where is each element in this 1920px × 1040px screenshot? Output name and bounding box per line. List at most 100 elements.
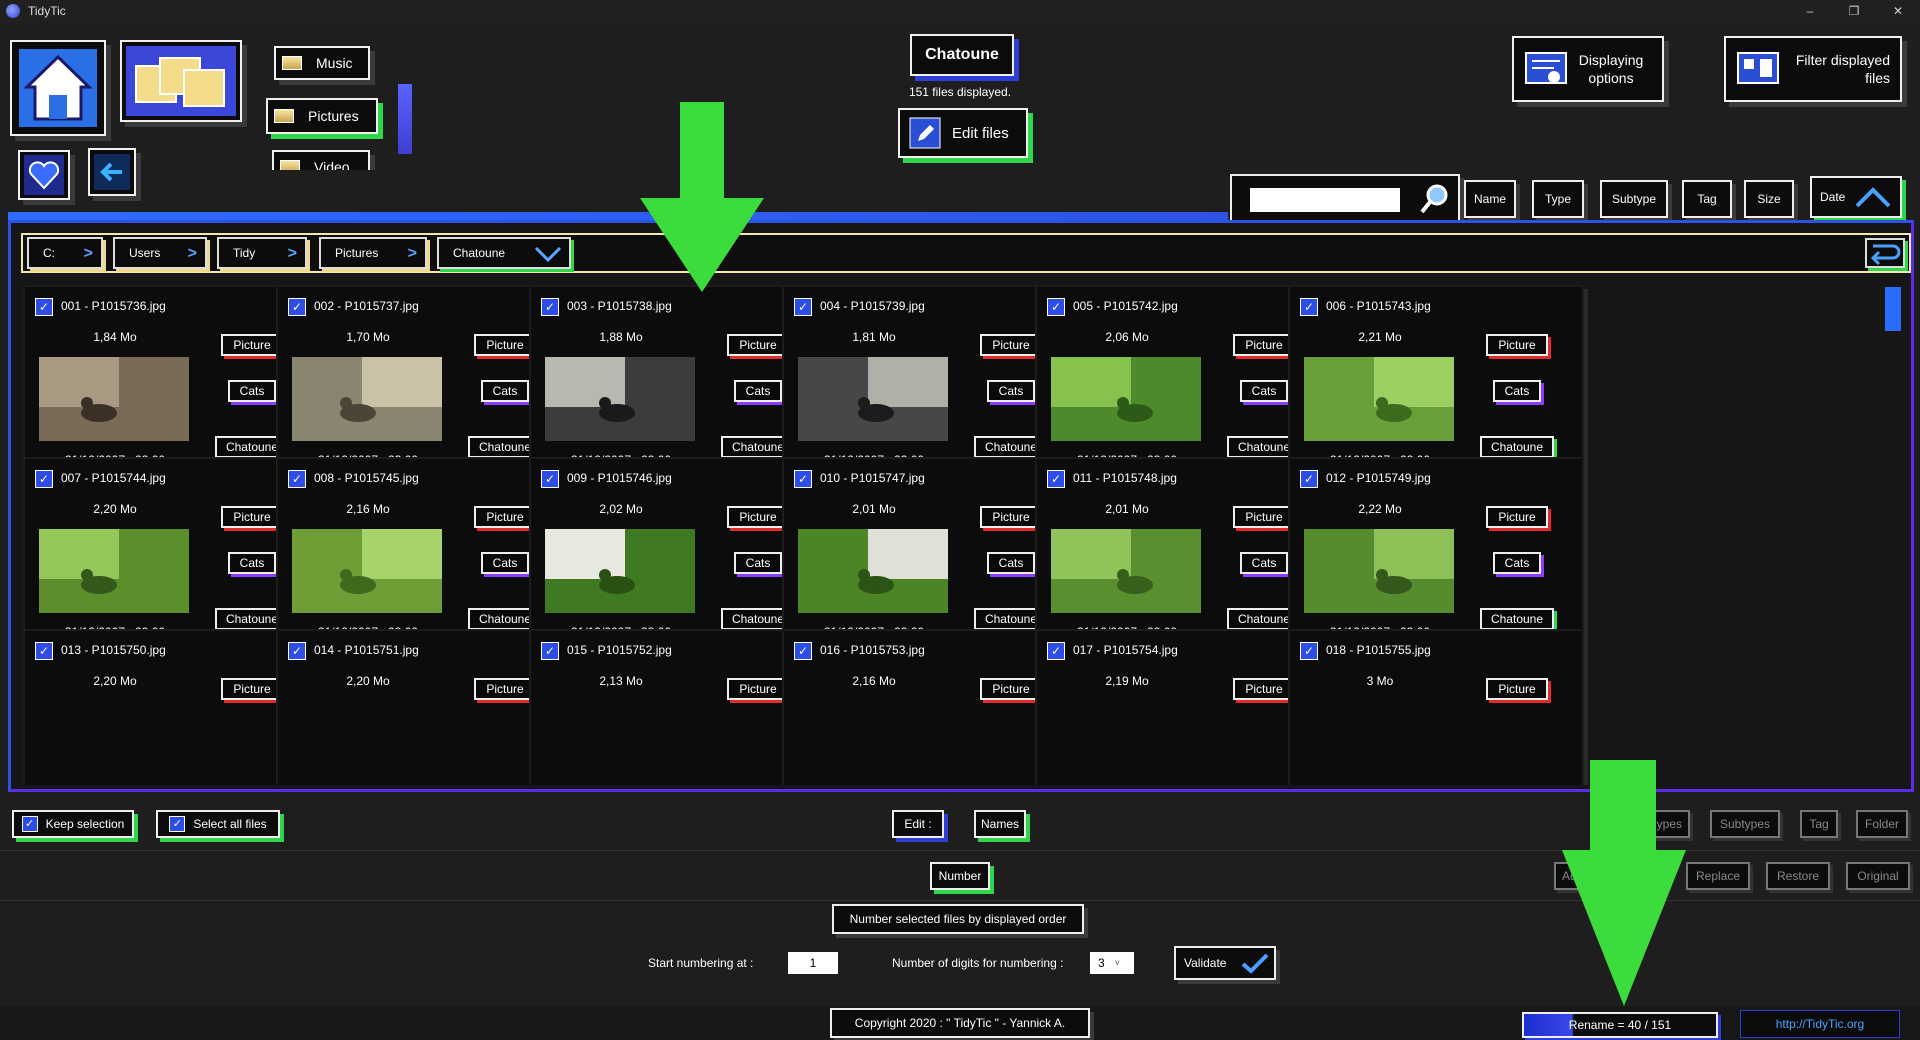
- file-thumbnail[interactable]: [39, 357, 189, 441]
- file-thumbnail[interactable]: [292, 357, 442, 441]
- file-type-tag[interactable]: Picture: [980, 678, 1042, 700]
- file-subtype-tag[interactable]: Cats: [228, 552, 276, 574]
- edit-tag-button[interactable]: Tag: [1800, 810, 1838, 838]
- file-checkbox[interactable]: ✓: [541, 298, 559, 316]
- file-type-tag[interactable]: Picture: [221, 506, 283, 528]
- file-type-tag[interactable]: Picture: [727, 678, 789, 700]
- validate-button[interactable]: Validate: [1174, 946, 1276, 980]
- file-type-tag[interactable]: Picture: [980, 506, 1042, 528]
- file-subtype-tag[interactable]: Cats: [1493, 552, 1541, 574]
- file-checkbox[interactable]: ✓: [1047, 470, 1065, 488]
- file-card[interactable]: ✓008 - P1015745.jpg2,16 Mo31/12/2007 : 2…: [276, 457, 572, 652]
- file-subtype-tag[interactable]: Cats: [481, 380, 529, 402]
- breadcrumb-item-tidy[interactable]: Tidy >: [217, 237, 307, 269]
- file-type-tag[interactable]: Picture: [221, 678, 283, 700]
- file-checkbox[interactable]: ✓: [288, 298, 306, 316]
- file-thumbnail[interactable]: [545, 529, 695, 613]
- file-thumbnail[interactable]: [545, 357, 695, 441]
- edit-folder-button[interactable]: Folder: [1856, 810, 1908, 838]
- filter-displayed-files-button[interactable]: Filter displayed files: [1724, 36, 1902, 102]
- file-card[interactable]: ✓ 015 - P1015752.jpg 2,13 Mo Picture: [529, 629, 825, 785]
- file-checkbox[interactable]: ✓: [794, 298, 812, 316]
- file-type-tag[interactable]: Picture: [474, 334, 536, 356]
- file-checkbox[interactable]: ✓: [794, 470, 812, 488]
- edit-subtypes-button[interactable]: Subtypes: [1710, 810, 1780, 838]
- displaying-options-button[interactable]: Displaying options: [1512, 36, 1664, 102]
- file-card[interactable]: ✓ 016 - P1015753.jpg 2,16 Mo Picture: [782, 629, 1078, 785]
- file-checkbox[interactable]: ✓: [35, 298, 53, 316]
- file-card[interactable]: ✓010 - P1015747.jpg2,01 Mo31/12/2007 : 2…: [782, 457, 1078, 652]
- file-subtype-tag[interactable]: Cats: [228, 380, 276, 402]
- nav-scrollbar[interactable]: [398, 84, 412, 154]
- pictures-button[interactable]: Pictures: [266, 98, 378, 134]
- file-card[interactable]: ✓ 013 - P1015750.jpg 2,20 Mo Picture: [23, 629, 319, 785]
- file-card[interactable]: ✓001 - P1015736.jpg1,84 Mo31/12/2007 : 2…: [23, 285, 319, 480]
- back-button[interactable]: [88, 148, 136, 196]
- file-type-tag[interactable]: Picture: [1486, 678, 1548, 700]
- file-type-tag[interactable]: Picture: [474, 506, 536, 528]
- file-type-tag[interactable]: Picture: [980, 334, 1042, 356]
- file-subtype-tag[interactable]: Cats: [987, 380, 1035, 402]
- edit-files-button[interactable]: Edit files: [898, 108, 1028, 158]
- file-subtype-tag[interactable]: Cats: [481, 552, 529, 574]
- sort-name-button[interactable]: Name: [1464, 180, 1516, 218]
- file-checkbox[interactable]: ✓: [288, 470, 306, 488]
- sort-type-button[interactable]: Type: [1532, 180, 1584, 218]
- file-tag[interactable]: Chatoune: [1480, 608, 1554, 630]
- file-type-tag[interactable]: Picture: [727, 506, 789, 528]
- breadcrumb-item-users[interactable]: Users >: [113, 237, 207, 269]
- file-subtype-tag[interactable]: Cats: [987, 552, 1035, 574]
- edit-names-button[interactable]: Names: [974, 810, 1026, 838]
- file-checkbox[interactable]: ✓: [1047, 298, 1065, 316]
- file-card[interactable]: ✓007 - P1015744.jpg2,20 Mo31/12/2007 : 2…: [23, 457, 319, 652]
- file-checkbox[interactable]: ✓: [35, 470, 53, 488]
- search-input[interactable]: [1250, 188, 1400, 212]
- file-card[interactable]: ✓ 017 - P1015754.jpg 2,19 Mo Picture: [1035, 629, 1331, 785]
- file-checkbox[interactable]: ✓: [1300, 642, 1318, 660]
- sort-subtype-button[interactable]: Subtype: [1600, 180, 1668, 218]
- file-checkbox[interactable]: ✓: [288, 642, 306, 660]
- replace-button[interactable]: Replace: [1686, 862, 1750, 890]
- file-checkbox[interactable]: ✓: [1300, 470, 1318, 488]
- file-card[interactable]: ✓004 - P1015739.jpg1,81 Mo31/12/2007 : 2…: [782, 285, 1078, 480]
- file-card[interactable]: ✓ 014 - P1015751.jpg 2,20 Mo Picture: [276, 629, 572, 785]
- file-type-tag[interactable]: Picture: [1486, 506, 1548, 528]
- file-subtype-tag[interactable]: Cats: [734, 380, 782, 402]
- file-grid-scrollbar[interactable]: [1885, 287, 1901, 331]
- file-type-tag[interactable]: Picture: [1233, 506, 1295, 528]
- breadcrumb-item-pictures[interactable]: Pictures >: [319, 237, 427, 269]
- file-type-tag[interactable]: Picture: [727, 334, 789, 356]
- file-checkbox[interactable]: ✓: [541, 470, 559, 488]
- close-button[interactable]: ✕: [1876, 0, 1920, 22]
- sort-date-button[interactable]: Date: [1810, 176, 1902, 218]
- file-type-tag[interactable]: Picture: [474, 678, 536, 700]
- file-type-tag[interactable]: Picture: [1233, 678, 1295, 700]
- file-card[interactable]: ✓ 018 - P1015755.jpg 3 Mo Picture: [1288, 629, 1584, 785]
- file-thumbnail[interactable]: [798, 529, 948, 613]
- file-checkbox[interactable]: ✓: [794, 642, 812, 660]
- file-card[interactable]: ✓011 - P1015748.jpg2,01 Mo31/12/2007 : 2…: [1035, 457, 1331, 652]
- file-checkbox[interactable]: ✓: [1047, 642, 1065, 660]
- file-subtype-tag[interactable]: Cats: [1493, 380, 1541, 402]
- collections-button[interactable]: [120, 40, 242, 122]
- maximize-button[interactable]: ❐: [1832, 0, 1876, 22]
- file-thumbnail[interactable]: [292, 529, 442, 613]
- start-numbering-input[interactable]: [788, 952, 838, 974]
- file-checkbox[interactable]: ✓: [35, 642, 53, 660]
- digits-select[interactable]: 3 ˅: [1090, 952, 1134, 974]
- number-button[interactable]: Number: [930, 862, 990, 890]
- file-subtype-tag[interactable]: Cats: [1240, 552, 1288, 574]
- file-thumbnail[interactable]: [1051, 357, 1201, 441]
- minimize-button[interactable]: –: [1788, 0, 1832, 22]
- file-thumbnail[interactable]: [39, 529, 189, 613]
- home-button[interactable]: [10, 40, 106, 136]
- file-checkbox[interactable]: ✓: [541, 642, 559, 660]
- website-link[interactable]: http://TidyTic.org: [1740, 1010, 1900, 1038]
- file-card[interactable]: ✓006 - P1015743.jpg2,21 Mo31/12/2007 : 2…: [1288, 285, 1584, 480]
- sort-size-button[interactable]: Size: [1744, 180, 1794, 218]
- file-thumbnail[interactable]: [1051, 529, 1201, 613]
- select-all-files-button[interactable]: ✓ Select all files: [156, 810, 280, 838]
- videos-button[interactable]: Video: [272, 150, 370, 170]
- file-subtype-tag[interactable]: Cats: [734, 552, 782, 574]
- file-type-tag[interactable]: Picture: [1486, 334, 1548, 356]
